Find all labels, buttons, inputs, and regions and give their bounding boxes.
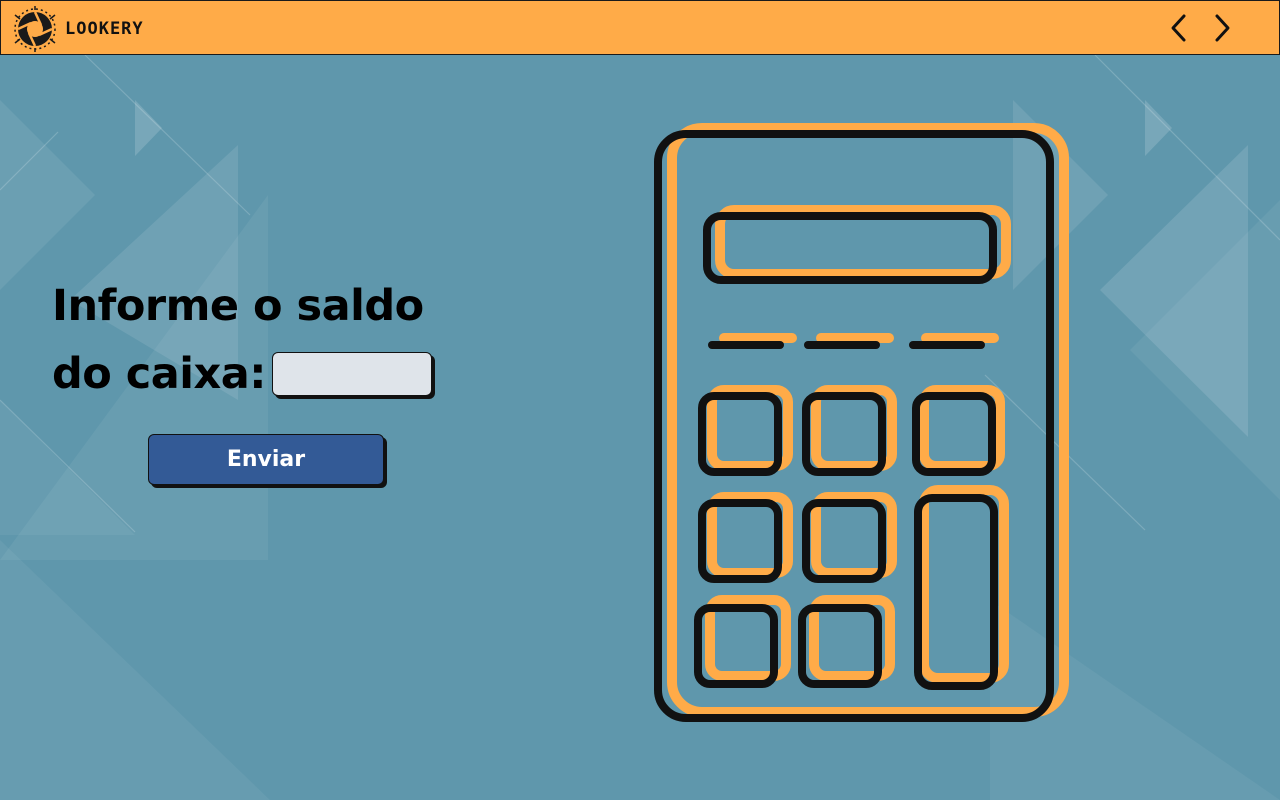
balance-input[interactable] — [272, 352, 432, 396]
back-button[interactable] — [1163, 11, 1195, 45]
prompt-line-1: Informe o saldo — [52, 281, 424, 331]
brand-name: LOOKERY — [65, 19, 144, 39]
prompt-line-2-row: do caixa: — [52, 340, 432, 408]
aperture-logo-icon — [14, 6, 56, 52]
forward-button[interactable] — [1206, 11, 1238, 45]
prompt-line-2: do caixa: — [52, 349, 267, 399]
page: LOOKERY Informe o saldo do caixa: Enviar — [0, 0, 1280, 800]
top-bar: LOOKERY — [0, 0, 1280, 55]
balance-prompt: Informe o saldo do caixa: — [52, 272, 432, 408]
submit-button[interactable]: Enviar — [148, 434, 384, 485]
chevron-right-icon — [1215, 14, 1230, 42]
calculator-icon — [654, 123, 1069, 722]
brand[interactable]: LOOKERY — [11, 5, 144, 53]
chevron-left-icon — [1171, 14, 1186, 42]
